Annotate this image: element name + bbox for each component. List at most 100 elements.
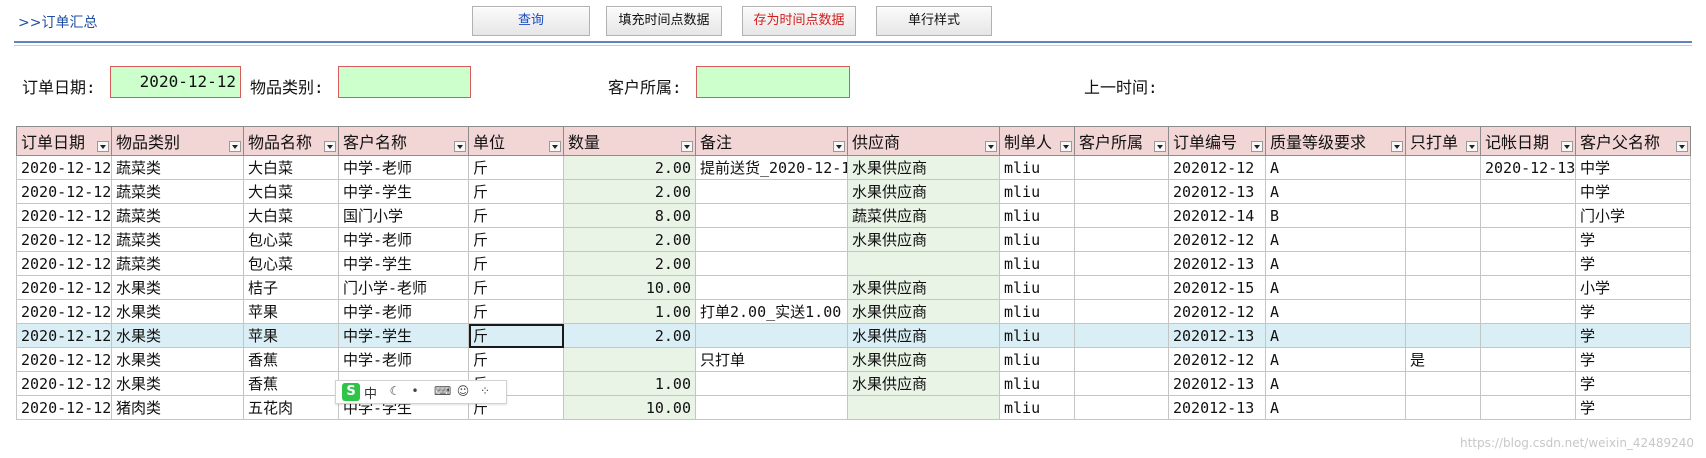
filter-dropdown-icon[interactable] [324,141,336,152]
filter-dropdown-icon[interactable] [229,141,241,152]
cell-item-name[interactable]: 苹果 [243,299,339,324]
cell-order-number[interactable]: 202012-14 [1168,203,1266,228]
cell-quality-level[interactable]: A [1265,155,1406,180]
fill-timepoint-data-button[interactable]: 填充时间点数据 [606,6,722,36]
cell-order-number[interactable]: 202012-13 [1168,179,1266,204]
cell-customer-group[interactable] [1074,227,1169,252]
filter-dropdown-icon[interactable] [1251,141,1263,152]
cell-remark[interactable] [695,323,848,348]
cell-quantity[interactable]: 2.00 [563,179,696,204]
cell-customer-name[interactable]: 中学-老师 [338,299,469,324]
cell-quality-level[interactable]: A [1265,227,1406,252]
cell-item-category[interactable]: 猪肉类 [111,395,244,420]
ime-mode-label[interactable]: 中 [364,383,377,402]
cell-posting-date[interactable] [1480,251,1576,276]
cell-remark[interactable] [695,395,848,420]
cell-remark[interactable] [695,179,848,204]
cell-order-number[interactable]: 202012-12 [1168,155,1266,180]
cell-parent-customer-name[interactable]: 中学 [1575,155,1691,180]
cell-parent-customer-name[interactable]: 学 [1575,371,1691,396]
filter-dropdown-icon[interactable] [454,141,466,152]
table-row[interactable]: 2020-12-12 蔬菜类 包心菜 中学-老师 斤 2.00 水果供应商 ml… [16,227,1691,252]
cell-customer-name[interactable]: 中学-老师 [338,155,469,180]
cell-order-date[interactable]: 2020-12-12 [16,251,112,276]
filter-dropdown-icon[interactable] [1676,141,1688,152]
cell-quality-level[interactable]: A [1265,347,1406,372]
cell-supplier[interactable]: 蔬菜供应商 [847,203,1000,228]
col-header-order-date[interactable]: 订单日期 [16,126,112,156]
cell-posting-date[interactable] [1480,371,1576,396]
cell-creator[interactable]: mliu [999,395,1075,420]
cell-quantity[interactable]: 2.00 [563,323,696,348]
cell-creator[interactable]: mliu [999,251,1075,276]
cell-quality-level[interactable]: A [1265,395,1406,420]
cell-posting-date[interactable] [1480,179,1576,204]
cell-supplier[interactable]: 水果供应商 [847,227,1000,252]
cell-order-date[interactable]: 2020-12-12 [16,227,112,252]
cell-order-date[interactable]: 2020-12-12 [16,275,112,300]
cell-customer-name[interactable]: 门小学-老师 [338,275,469,300]
col-header-unit[interactable]: 单位 [468,126,564,156]
cell-print-only[interactable]: 是 [1405,347,1481,372]
cell-supplier[interactable] [847,395,1000,420]
cell-posting-date[interactable] [1480,395,1576,420]
cell-quantity[interactable]: 1.00 [563,371,696,396]
cell-print-only[interactable] [1405,155,1481,180]
col-header-supplier[interactable]: 供应商 [847,126,1000,156]
cell-item-name[interactable]: 桔子 [243,275,339,300]
cell-parent-customer-name[interactable]: 学 [1575,395,1691,420]
cell-order-date[interactable]: 2020-12-12 [16,299,112,324]
table-row[interactable]: 2020-12-12 水果类 香蕉 中学-老师 斤 只打单 水果供应商 mliu… [16,347,1691,372]
cell-customer-group[interactable] [1074,155,1169,180]
cell-print-only[interactable] [1405,203,1481,228]
cell-supplier[interactable]: 水果供应商 [847,323,1000,348]
filter-dropdown-icon[interactable] [985,141,997,152]
cell-item-category[interactable]: 蔬菜类 [111,251,244,276]
cell-posting-date[interactable] [1480,227,1576,252]
cell-item-category[interactable]: 水果类 [111,299,244,324]
cell-posting-date[interactable] [1480,323,1576,348]
cell-remark[interactable] [695,203,848,228]
cell-creator[interactable]: mliu [999,323,1075,348]
cell-item-name[interactable]: 包心菜 [243,227,339,252]
cell-parent-customer-name[interactable]: 学 [1575,299,1691,324]
cell-supplier[interactable]: 水果供应商 [847,275,1000,300]
cell-posting-date[interactable] [1480,299,1576,324]
cell-unit[interactable]: 斤 [468,275,564,300]
cell-remark[interactable] [695,251,848,276]
cell-supplier[interactable]: 水果供应商 [847,299,1000,324]
cell-remark[interactable] [695,371,848,396]
keyboard-icon[interactable]: ⌨ [434,384,451,398]
cell-print-only[interactable] [1405,323,1481,348]
col-header-creator[interactable]: 制单人 [999,126,1075,156]
cell-posting-date[interactable] [1480,275,1576,300]
cell-parent-customer-name[interactable]: 学 [1575,347,1691,372]
cell-quantity[interactable]: 2.00 [563,155,696,180]
cell-supplier[interactable]: 水果供应商 [847,155,1000,180]
cell-customer-name[interactable]: 中学-学生 [338,251,469,276]
table-row[interactable]: 2020-12-12 蔬菜类 大白菜 国门小学 斤 8.00 蔬菜供应商 mli… [16,203,1691,228]
cell-item-category[interactable]: 蔬菜类 [111,203,244,228]
cell-order-date[interactable]: 2020-12-12 [16,395,112,420]
cell-item-name[interactable]: 香蕉 [243,371,339,396]
cell-item-category[interactable]: 蔬菜类 [111,179,244,204]
cell-item-name[interactable]: 包心菜 [243,251,339,276]
cell-quality-level[interactable]: A [1265,299,1406,324]
cell-print-only[interactable] [1405,227,1481,252]
cell-remark[interactable]: 提前送货_2020-12-13 [695,155,848,180]
cell-order-number[interactable]: 202012-12 [1168,299,1266,324]
cell-quantity[interactable]: 10.00 [563,395,696,420]
filter-dropdown-icon[interactable] [1391,141,1403,152]
cell-quality-level[interactable]: A [1265,179,1406,204]
table-row[interactable]: 2020-12-12 猪肉类 五花肉 中学-学生 斤 10.00 mliu 20… [16,395,1691,420]
punctuation-icon[interactable]: • [408,384,422,398]
cell-quantity[interactable]: 10.00 [563,275,696,300]
table-row[interactable]: 2020-12-12 水果类 苹果 中学-老师 斤 1.00 打单2.00_实送… [16,299,1691,324]
cell-quality-level[interactable]: B [1265,203,1406,228]
cell-item-name[interactable]: 大白菜 [243,203,339,228]
cell-customer-name[interactable]: 中学-老师 [338,227,469,252]
col-header-parent-customer-name[interactable]: 客户父名称 [1575,126,1691,156]
cell-order-date[interactable]: 2020-12-12 [16,347,112,372]
cell-order-date[interactable]: 2020-12-12 [16,371,112,396]
cell-unit[interactable]: 斤 [468,347,564,372]
